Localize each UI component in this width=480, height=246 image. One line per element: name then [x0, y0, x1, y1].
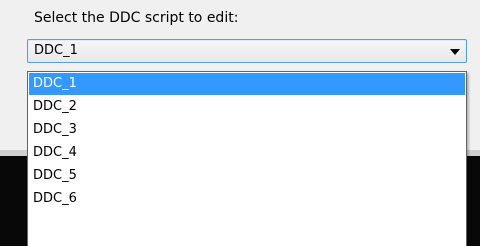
dropdown-option-ddc-1[interactable]: DDC_1 [29, 73, 465, 95]
dropdown-option-ddc-6[interactable]: DDC_6 [29, 188, 465, 210]
chevron-down-icon[interactable] [450, 49, 460, 55]
script-dropdown-list[interactable]: DDC_1 DDC_2 DDC_3 DDC_4 DDC_5 DDC_6 [27, 71, 467, 246]
script-select-combobox[interactable]: DDC_1 [27, 39, 467, 63]
dropdown-option-ddc-4[interactable]: DDC_4 [29, 142, 465, 164]
dropdown-option-ddc-3[interactable]: DDC_3 [29, 119, 465, 141]
combobox-selected-value: DDC_1 [34, 43, 78, 58]
script-select-label: Select the DDC script to edit: [34, 10, 239, 26]
dropdown-option-ddc-5[interactable]: DDC_5 [29, 165, 465, 187]
dropdown-option-ddc-2[interactable]: DDC_2 [29, 96, 465, 118]
